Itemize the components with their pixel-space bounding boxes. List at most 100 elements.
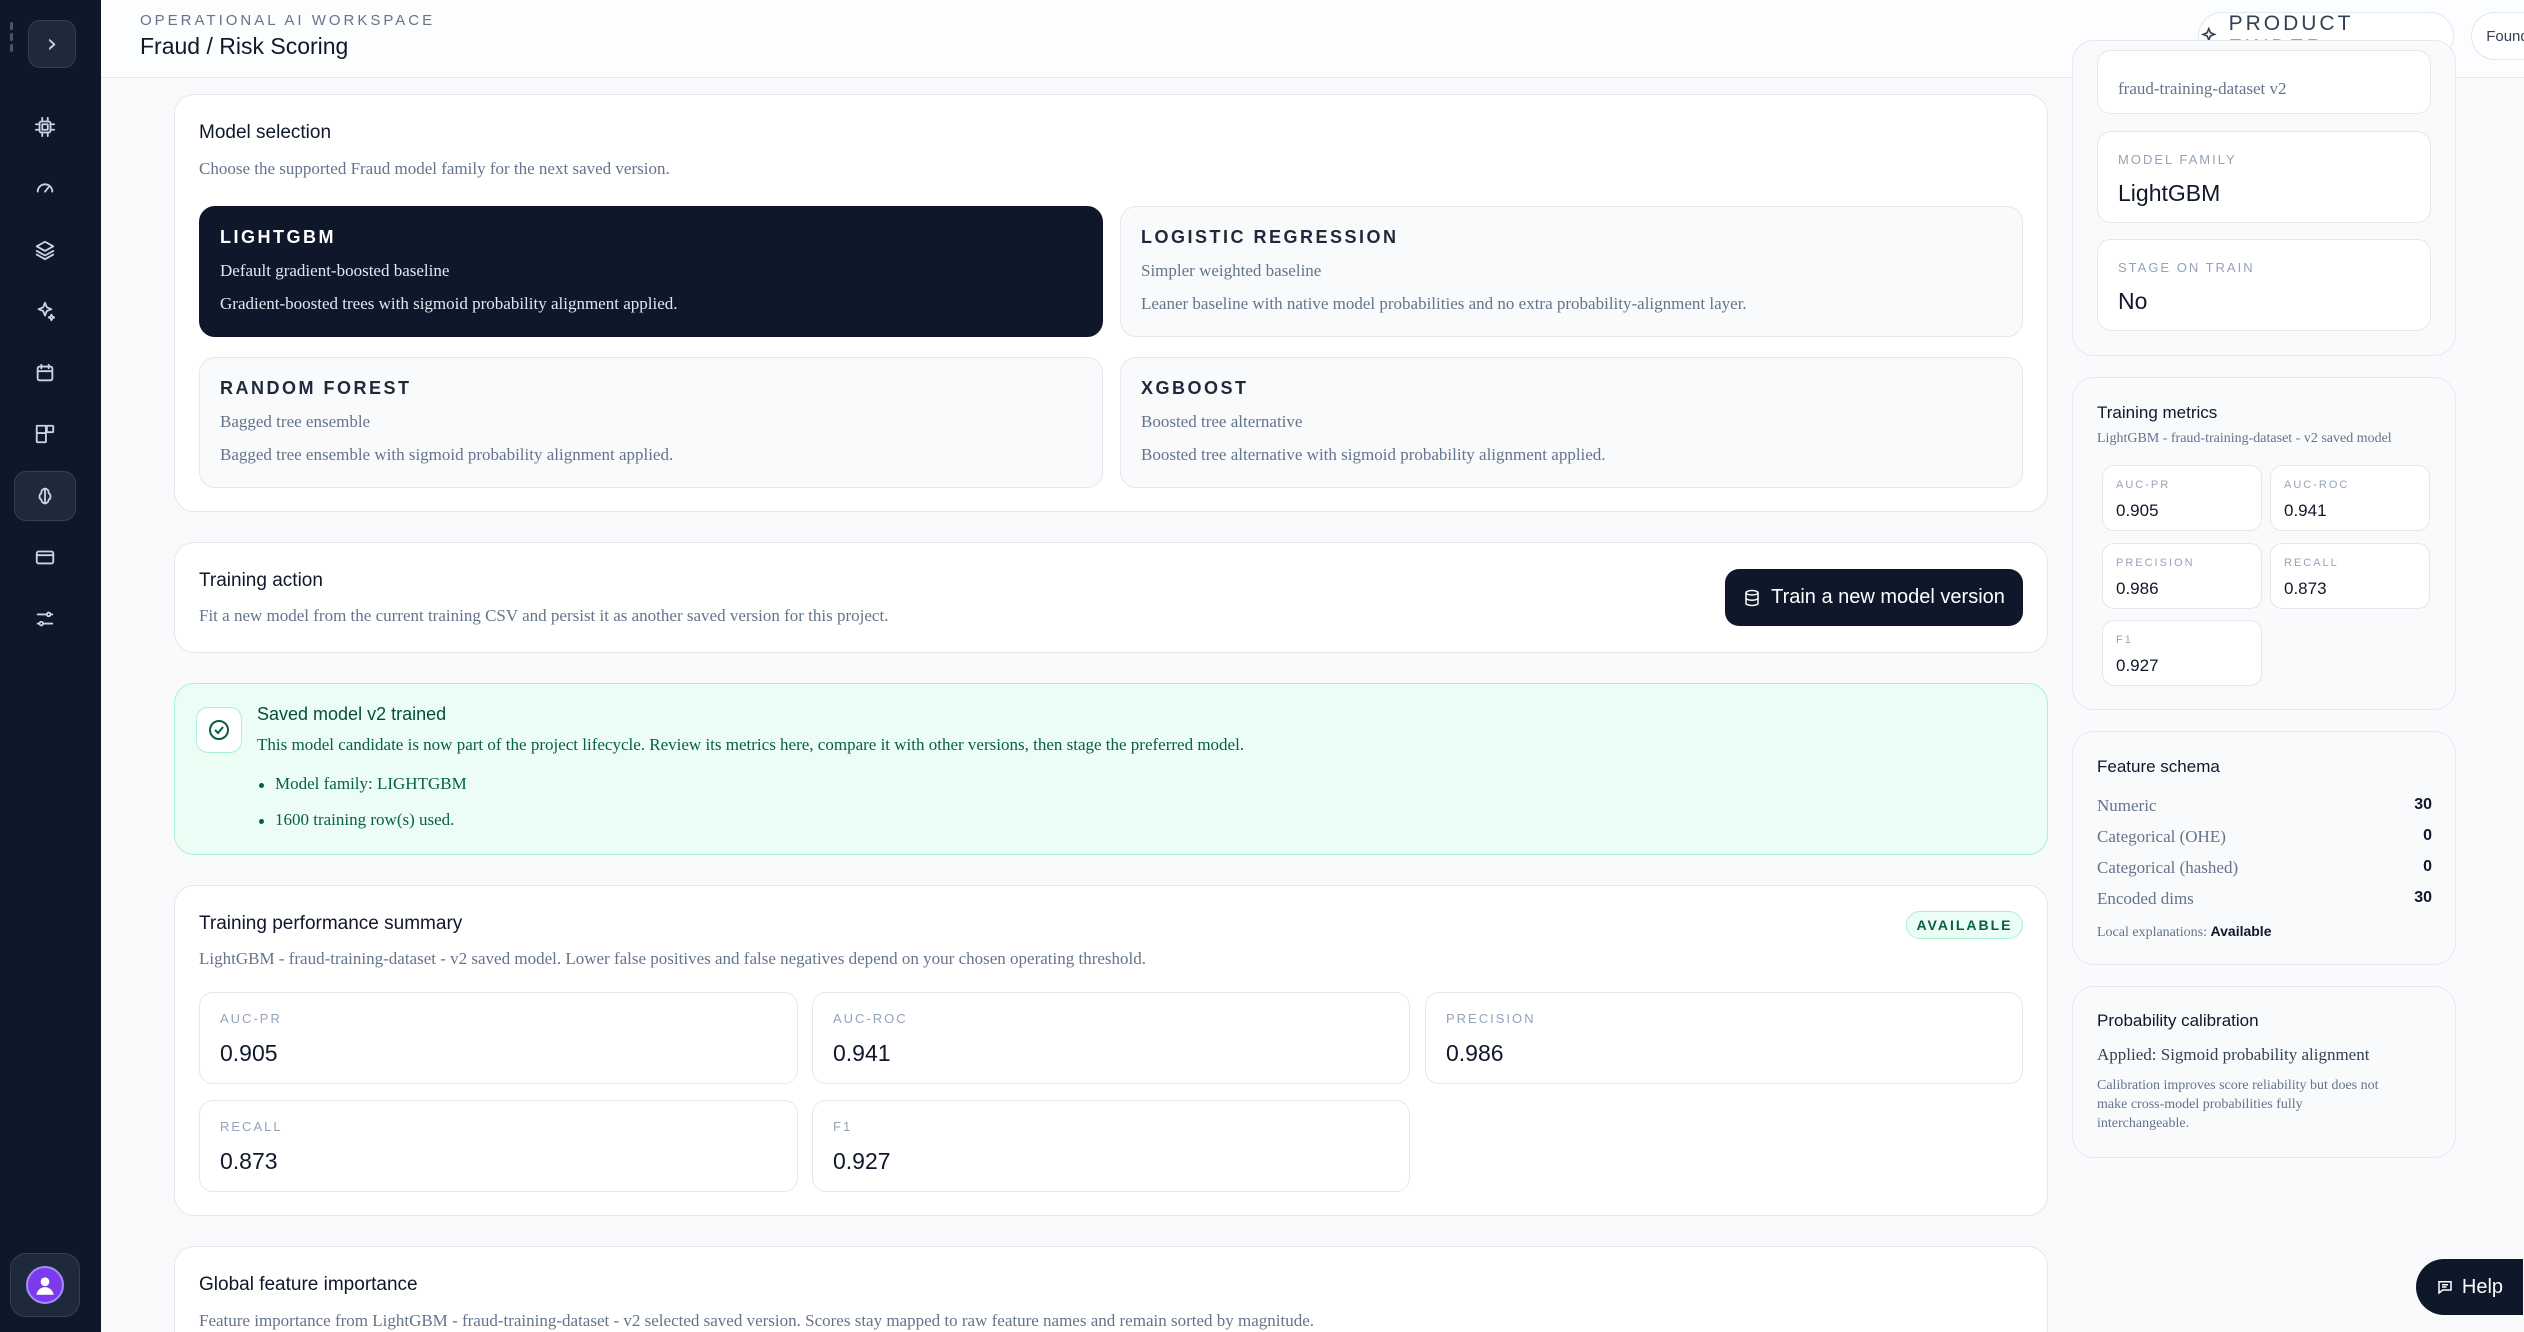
training-metric-recall: RECALL 0.873 — [2270, 543, 2430, 609]
training-metric-auc-pr: AUC-PR 0.905 — [2102, 465, 2262, 531]
schema-row-label: Numeric — [2097, 796, 2157, 815]
model-option-lightgbm[interactable]: LIGHTGBM Default gradient-boosted baseli… — [199, 206, 1103, 337]
avatar — [26, 1266, 64, 1304]
check-circle-icon — [196, 707, 242, 753]
model-option-tagline: Simpler weighted baseline — [1141, 261, 1322, 280]
user-icon — [36, 1277, 54, 1295]
model-option-xgboost[interactable]: XGBOOST Boosted tree alternative Boosted… — [1120, 357, 2023, 488]
metric-f1: F1 0.927 — [812, 1100, 1410, 1192]
local-explanations: Local explanations: Available — [2097, 923, 2272, 941]
metric-value: 0.941 — [833, 1040, 891, 1066]
model-option-name: XGBOOST — [1141, 378, 1249, 398]
schema-row-value: 30 — [2414, 796, 2432, 813]
metric-value: 0.905 — [220, 1040, 278, 1066]
success-bullet: Model family: LIGHTGBM — [259, 774, 467, 793]
model-option-description: Bagged tree ensemble with sigmoid probab… — [220, 445, 674, 464]
nav-item-fraud-risk[interactable] — [14, 471, 76, 521]
training-action-subtitle: Fit a new model from the current trainin… — [199, 606, 889, 625]
status-badge: AVAILABLE — [1906, 911, 2023, 939]
model-family-value: LightGBM — [2118, 180, 2221, 206]
local-explanations-value: Available — [2210, 923, 2272, 939]
metric-auc-pr: AUC-PR 0.905 — [199, 992, 798, 1084]
sliders-icon — [36, 611, 54, 627]
metric-value: 0.873 — [220, 1148, 278, 1174]
metric-value: 0.941 — [2284, 501, 2327, 520]
model-option-tagline: Boosted tree alternative — [1141, 412, 1303, 431]
model-family-label: MODEL FAMILY — [2118, 152, 2237, 167]
metric-label: F1 — [2116, 634, 2133, 646]
model-option-name: LIGHTGBM — [220, 227, 336, 247]
schema-row-categorical-hashed: Categorical (hashed) 0 — [2097, 858, 2432, 882]
metric-precision: PRECISION 0.986 — [1425, 992, 2023, 1084]
nav-item-schedule[interactable] — [14, 348, 76, 398]
metric-value: 0.873 — [2284, 579, 2327, 598]
metric-auc-roc: AUC-ROC 0.941 — [812, 992, 1410, 1084]
local-explanations-label: Local explanations: — [2097, 925, 2208, 940]
metric-value: 0.927 — [2116, 656, 2159, 675]
training-action-title: Training action — [199, 570, 323, 591]
metric-label: AUC-PR — [220, 1011, 282, 1026]
feature-importance-title: Global feature importance — [199, 1274, 418, 1295]
nav-item-datasets[interactable] — [14, 225, 76, 275]
schema-row-value: 0 — [2423, 858, 2432, 875]
training-metric-auc-roc: AUC-ROC 0.941 — [2270, 465, 2430, 531]
account-button[interactable]: Founder account — [2471, 12, 2524, 60]
calendar-icon — [36, 363, 54, 382]
help-label: Help — [2461, 1275, 2504, 1298]
metric-value: 0.927 — [833, 1148, 891, 1174]
metric-label: F1 — [833, 1119, 853, 1134]
performance-title: Training performance summary — [199, 913, 463, 934]
sparkle-icon — [37, 301, 56, 322]
nav-item-billing[interactable] — [14, 532, 76, 582]
dataset-tile: fraud-training-dataset v2 — [2097, 50, 2431, 114]
nav-item-monitoring[interactable] — [14, 163, 76, 213]
training-metric-precision: PRECISION 0.986 — [2102, 543, 2262, 609]
calibration-applied: Applied: Sigmoid probability alignment — [2097, 1045, 2370, 1064]
nav-item-integrations[interactable] — [14, 409, 76, 459]
user-avatar-button[interactable] — [10, 1253, 80, 1317]
schema-row-label: Encoded dims — [2097, 889, 2194, 908]
metric-label: RECALL — [220, 1119, 283, 1134]
feature-schema-title: Feature schema — [2097, 757, 2220, 776]
stage-on-train-value: No — [2118, 288, 2148, 314]
performance-subtitle: LightGBM - fraud-training-dataset - v2 s… — [199, 949, 1147, 968]
metric-value: 0.986 — [1446, 1040, 1504, 1066]
calibration-note-line-1: Calibration improves score reliability b… — [2097, 1078, 2379, 1093]
model-option-logistic-regression[interactable]: LOGISTIC REGRESSION Simpler weighted bas… — [1120, 206, 2023, 337]
model-option-tagline: Bagged tree ensemble — [220, 412, 371, 431]
dataset-value: fraud-training-dataset v2 — [2118, 79, 2287, 98]
model-selection-title: Model selection — [199, 122, 332, 143]
rail-expand-button[interactable]: › — [28, 20, 76, 68]
calibration-note-line-2: make cross-model probabilities fully — [2097, 1097, 2303, 1112]
metric-label: PRECISION — [2116, 557, 2195, 569]
success-bullet: 1600 training row(s) used. — [258, 810, 455, 829]
stage-on-train-tile: STAGE ON TRAIN No — [2097, 239, 2431, 331]
metric-value: 0.905 — [2116, 501, 2159, 520]
training-metrics-title: Training metrics — [2097, 403, 2218, 422]
nav-item-settings[interactable] — [14, 594, 76, 644]
model-selection-subtitle: Choose the supported Fraud model family … — [199, 159, 670, 178]
gauge-icon — [36, 183, 54, 193]
model-option-name: LOGISTIC REGRESSION — [1141, 227, 1399, 247]
database-icon — [1745, 589, 1759, 606]
model-option-random-forest[interactable]: RANDOM FOREST Bagged tree ensemble Bagge… — [199, 357, 1103, 488]
rail-grip — [10, 22, 14, 52]
workspace-eyebrow: OPERATIONAL AI WORKSPACE — [140, 12, 436, 29]
metric-label: AUC-ROC — [2284, 479, 2350, 491]
schema-row-value: 30 — [2414, 889, 2432, 906]
stage-on-train-label: STAGE ON TRAIN — [2118, 260, 2255, 275]
help-button[interactable]: Help — [2416, 1259, 2523, 1315]
metric-label: PRECISION — [1446, 1011, 1536, 1026]
left-rail: › — [0, 0, 101, 1332]
schema-row-label: Categorical (OHE) — [2097, 827, 2226, 846]
metric-label: AUC-PR — [2116, 479, 2171, 491]
brain-icon — [38, 487, 52, 505]
metric-recall: RECALL 0.873 — [199, 1100, 798, 1192]
nav-item-insights[interactable] — [14, 286, 76, 336]
train-model-button[interactable]: Train a new model version — [1725, 569, 2023, 626]
schema-row-encoded-dims: Encoded dims 30 — [2097, 889, 2432, 913]
nav-item-models[interactable] — [14, 102, 76, 152]
chat-icon — [2438, 1281, 2452, 1295]
train-model-label: Train a new model version — [1771, 586, 2005, 608]
schema-row-numeric: Numeric 30 — [2097, 796, 2432, 820]
